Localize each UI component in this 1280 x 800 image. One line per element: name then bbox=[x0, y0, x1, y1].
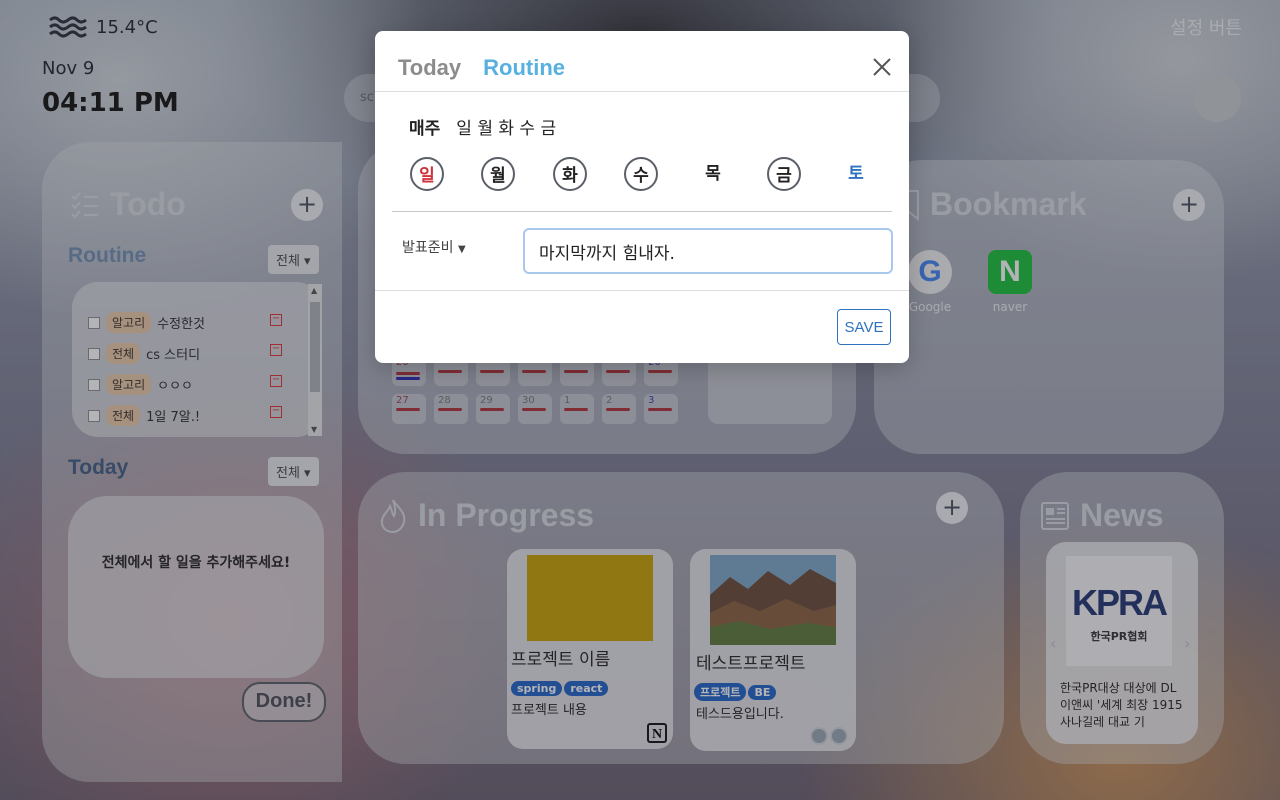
repeat-summary: 매주 일 월 화 수 금 bbox=[409, 114, 556, 139]
day-toggle-thu[interactable]: 목 bbox=[696, 157, 730, 191]
divider bbox=[375, 290, 909, 291]
repeat-days: 일 월 화 수 금 bbox=[456, 119, 557, 139]
close-icon[interactable] bbox=[871, 56, 893, 78]
tab-today[interactable]: Today bbox=[398, 55, 461, 81]
repeat-label: 매주 bbox=[409, 119, 441, 139]
save-button[interactable]: SAVE bbox=[837, 309, 891, 345]
day-toggle-sun[interactable]: 일 bbox=[410, 157, 444, 191]
category-select[interactable]: 발표준비 ▼ bbox=[402, 237, 466, 257]
day-toggle-sat[interactable]: 토 bbox=[839, 157, 873, 191]
day-toggle-fri[interactable]: 금 bbox=[767, 157, 801, 191]
day-toggle-wed[interactable]: 수 bbox=[624, 157, 658, 191]
task-input[interactable] bbox=[523, 228, 893, 274]
modal-tabs: Today Routine bbox=[398, 55, 565, 81]
day-toggle-mon[interactable]: 월 bbox=[481, 157, 515, 191]
day-toggle-tue[interactable]: 화 bbox=[553, 157, 587, 191]
tab-routine[interactable]: Routine bbox=[483, 55, 565, 81]
divider bbox=[375, 91, 909, 92]
divider bbox=[392, 211, 892, 212]
category-label: 발표준비 bbox=[402, 240, 454, 256]
add-routine-modal: Today Routine 매주 일 월 화 수 금 일 월 화 수 목 금 토… bbox=[375, 31, 909, 363]
chevron-down-icon: ▼ bbox=[457, 244, 466, 255]
